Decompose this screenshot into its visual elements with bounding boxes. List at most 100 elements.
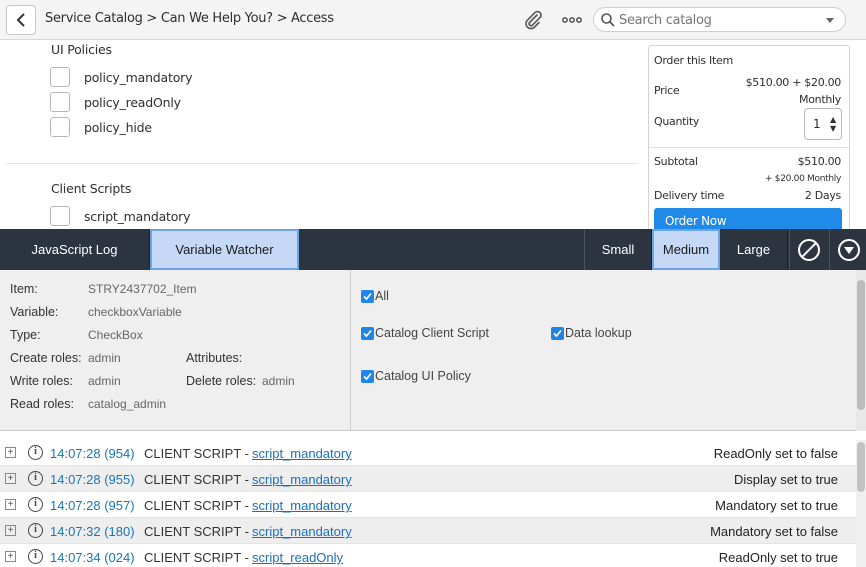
filter-catalog-ui-policy[interactable]: Catalog UI Policy <box>361 369 471 383</box>
delivery-value: 2 Days <box>804 189 841 202</box>
quantity-label: Quantity <box>654 115 700 128</box>
dropdown-caret-icon[interactable] <box>826 18 834 23</box>
expand-icon[interactable]: + <box>5 499 16 510</box>
log-script-link[interactable]: script_readOnly <box>252 550 343 565</box>
read-roles-label: Read roles: <box>10 397 74 411</box>
log-row: + i 14:07:34 (024) CLIENT SCRIPT - scrip… <box>0 544 856 567</box>
filter-data-lookup[interactable]: Data lookup <box>551 326 632 340</box>
checkbox-script-mandatory[interactable]: script_mandatory <box>50 206 191 226</box>
checkbox[interactable] <box>50 206 70 226</box>
log-message: ReadOnly set to false <box>713 446 838 461</box>
clear-log-button[interactable] <box>789 229 828 270</box>
item-label: Item: <box>10 282 38 296</box>
search-box[interactable] <box>593 7 846 32</box>
checkbox[interactable] <box>50 117 70 137</box>
checkbox-policy-hide[interactable]: policy_hide <box>50 117 152 137</box>
checkmark-icon[interactable] <box>551 326 564 340</box>
info-icon: i <box>28 549 43 564</box>
item-value: STRY2437702_Item <box>88 282 197 296</box>
filter-all[interactable]: All <box>361 289 389 303</box>
breadcrumb[interactable]: Service Catalog > Can We Help You? > Acc… <box>45 11 334 26</box>
log-row: + i 14:07:28 (957) CLIENT SCRIPT - scrip… <box>0 492 856 518</box>
log-scrollbar[interactable] <box>856 440 866 567</box>
top-bar: Service Catalog > Can We Help You? > Acc… <box>0 0 866 40</box>
attributes-label: Attributes: <box>186 351 243 365</box>
filter-catalog-client-script[interactable]: Catalog Client Script <box>361 326 489 340</box>
log-row: + i 14:07:28 (954) CLIENT SCRIPT - scrip… <box>0 440 856 466</box>
quantity-value: 1 <box>813 117 821 131</box>
stepper-arrows-icon[interactable]: ▲ ▼ <box>830 115 836 133</box>
watcher-divider <box>350 270 351 431</box>
log-script-link[interactable]: script_mandatory <box>252 472 352 487</box>
log-message: Mandatory set to true <box>715 498 838 513</box>
checkmark-icon[interactable] <box>361 369 374 383</box>
type-value: CheckBox <box>88 328 143 342</box>
log-time: 14:07:32 (180) <box>50 524 135 539</box>
log-script-link[interactable]: script_mandatory <box>252 524 352 539</box>
variable-watcher-panel: Item: STRY2437702_Item Variable: checkbo… <box>0 270 866 431</box>
size-large-button[interactable]: Large <box>720 229 788 270</box>
section-divider <box>6 163 638 164</box>
collapse-panel-button[interactable] <box>829 229 866 270</box>
size-small-button[interactable]: Small <box>584 229 652 270</box>
order-panel: Order this Item Price $510.00 + $20.00 M… <box>648 45 850 236</box>
checkbox-label: script_mandatory <box>84 208 191 224</box>
log-script-link[interactable]: script_mandatory <box>252 498 352 513</box>
delete-roles-label: Delete roles: <box>186 374 257 388</box>
subtotal-label: Subtotal <box>654 155 698 168</box>
filter-label: Data lookup <box>565 326 632 340</box>
create-roles-label: Create roles: <box>10 351 82 365</box>
tab-variable-watcher[interactable]: Variable Watcher <box>150 229 299 270</box>
scroll-thumb[interactable] <box>857 280 865 410</box>
tab-javascript-log[interactable]: JavaScript Log <box>0 229 150 270</box>
filter-label: Catalog UI Policy <box>375 369 471 383</box>
create-roles-value: admin <box>88 351 121 365</box>
subtotal-recurring: + $20.00 Monthly <box>765 174 841 184</box>
delete-roles-value: admin <box>262 374 295 388</box>
more-icon[interactable] <box>561 10 583 30</box>
ui-policies-title: UI Policies <box>51 42 112 57</box>
log-row: + i 14:07:28 (955) CLIENT SCRIPT - scrip… <box>0 466 856 492</box>
read-roles-value: catalog_admin <box>88 397 167 411</box>
log-kind: CLIENT SCRIPT - <box>144 472 249 487</box>
log-message: Display set to true <box>733 472 838 487</box>
info-icon: i <box>28 523 43 538</box>
more-dots <box>562 17 582 23</box>
checkbox[interactable] <box>50 67 70 87</box>
log-kind: CLIENT SCRIPT - <box>144 550 249 565</box>
checkbox-policy-mandatory[interactable]: policy_mandatory <box>50 67 192 87</box>
quantity-select[interactable]: 1 ▲ ▼ <box>804 108 842 140</box>
log-row: + i 14:07:32 (180) CLIENT SCRIPT - scrip… <box>0 518 856 544</box>
watcher-scrollbar[interactable] <box>856 270 866 431</box>
log-kind: CLIENT SCRIPT - <box>144 524 249 539</box>
log-message: ReadOnly set to true <box>718 550 838 565</box>
order-divider <box>649 147 849 148</box>
log-time: 14:07:28 (957) <box>50 498 135 513</box>
checkbox[interactable] <box>50 92 70 112</box>
checkbox-label: policy_hide <box>84 119 152 135</box>
checkmark-icon[interactable] <box>361 326 374 340</box>
expand-icon[interactable]: + <box>5 525 16 536</box>
search-input[interactable] <box>619 11 819 29</box>
scroll-thumb[interactable] <box>857 442 865 492</box>
write-roles-value: admin <box>88 374 121 388</box>
debug-toolbar: JavaScript Log Variable Watcher Small Me… <box>0 229 866 270</box>
log-list: + i 14:07:28 (954) CLIENT SCRIPT - scrip… <box>0 440 856 567</box>
log-script-link[interactable]: script_mandatory <box>252 446 352 461</box>
paperclip-icon[interactable] <box>522 9 544 31</box>
checkmark-icon[interactable] <box>361 289 374 303</box>
client-scripts-title: Client Scripts <box>51 181 132 196</box>
clear-icon <box>798 238 820 261</box>
expand-icon[interactable]: + <box>5 473 16 484</box>
expand-icon[interactable]: + <box>5 551 16 562</box>
filter-label: Catalog Client Script <box>375 326 489 340</box>
size-medium-button[interactable]: Medium <box>652 229 720 270</box>
type-label: Type: <box>10 328 41 342</box>
expand-icon[interactable]: + <box>5 447 16 458</box>
log-time: 14:07:28 (954) <box>50 446 135 461</box>
variable-value: checkboxVariable <box>88 305 182 319</box>
price-label: Price <box>654 84 680 97</box>
checkbox-policy-readonly[interactable]: policy_readOnly <box>50 92 181 112</box>
back-button[interactable] <box>6 5 36 35</box>
order-title: Order this Item <box>654 54 733 67</box>
